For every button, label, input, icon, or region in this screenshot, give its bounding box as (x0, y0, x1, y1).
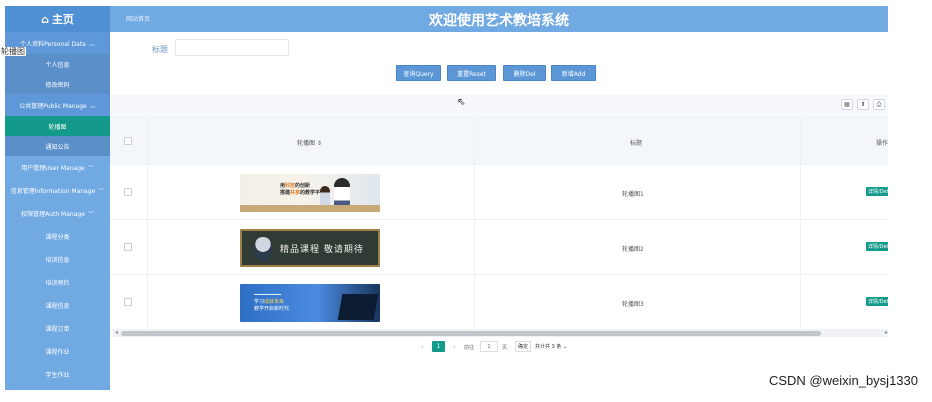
goto-page-input[interactable]: 1 (480, 341, 498, 352)
sidebar: ⌂ 主页 个人资料Personal Data ︿ 个人信息 修改密码 公共管理Pu… (5, 6, 110, 390)
chevron-down-icon: ﹀ (87, 211, 94, 218)
chevron-down-icon: ﹀ (87, 165, 94, 172)
table-toolbar (110, 95, 888, 117)
sidebar-item-student-homework[interactable]: 学生作业 (5, 363, 110, 386)
data-table: 轮播图 ⇕ 标题 操作 用科技的创新 搭建共享的教学平台 轮播图1 详情/Det (110, 117, 890, 330)
scrollbar-thumb[interactable] (121, 331, 821, 336)
chevron-up-icon: ︿ (88, 40, 95, 48)
sidebar-item-course-order[interactable]: 课程订单 (5, 317, 110, 340)
floating-tab-label: 轮播图 (0, 47, 26, 56)
sidebar-item-label: 信息管理Information Manage (10, 188, 96, 195)
column-header-title: 标题 (630, 140, 643, 147)
sidebar-item-info-manage[interactable]: 信息管理Information Manage ﹀ (5, 179, 110, 202)
banner-figure (254, 237, 272, 261)
add-button[interactable]: 新增Add (551, 65, 596, 81)
banner-text-part: 教学开启新时代 (254, 306, 290, 312)
sidebar-home-label: 主页 (51, 13, 74, 26)
column-header-carousel[interactable]: 轮播图 ⇕ (297, 138, 322, 147)
page-unit-label: 页 (502, 344, 508, 351)
sidebar-item-notice[interactable]: 通知公告 (5, 136, 110, 156)
column-header-actions: 操作 (876, 140, 889, 147)
chevron-down-icon: ﹀ (98, 188, 105, 195)
table-row: ━━━━━━━━━ 学习成就未来 教学开启新时代 轮播图3 详情/Detail (110, 275, 890, 330)
banner-text-highlight: 共享 (290, 190, 301, 196)
prev-page-icon[interactable]: ‹ (421, 341, 424, 353)
detail-button[interactable]: 详情/Detail (866, 242, 890, 251)
search-label: 标题 (152, 45, 168, 54)
home-icon: ⌂ (41, 12, 49, 26)
sidebar-item-training-booking[interactable]: 培训预约 (5, 271, 110, 294)
row-title: 轮播图2 (622, 246, 644, 253)
sidebar-group-label: 公共管理Public Manage (19, 102, 87, 110)
sidebar-item-course-homework[interactable]: 课程作业 (5, 340, 110, 363)
sidebar-item-user-manage[interactable]: 用户管理User Manage ﹀ (5, 156, 110, 179)
banner-text-part: ━━━━━━━━━ (254, 292, 282, 298)
sidebar-item-carousel[interactable]: 轮播图 (5, 116, 110, 136)
scroll-left-icon[interactable]: ◂ (115, 329, 118, 336)
banner-laptop (337, 294, 379, 320)
row-checkbox[interactable] (124, 188, 132, 196)
banner-text-part: 搭建 (280, 190, 291, 196)
total-count-select[interactable]: 共计共 3 条 ⌄ (535, 341, 587, 352)
banner-text-highlight: 科技 (285, 183, 296, 189)
title-search-input[interactable] (175, 39, 289, 56)
table-row: 精品课程 敬请期待 轮播图2 详情/Detail (110, 220, 890, 275)
goto-confirm-button[interactable]: 确定 (515, 341, 531, 352)
carousel-image-1: 用科技的创新 搭建共享的教学平台 (240, 174, 380, 212)
table-header: 轮播图 ⇕ 标题 操作 (110, 118, 888, 165)
main-panel: 标题 查询Query 重置Reset 删除Del 新增Add ⇖ ▦ ⬆ ⎙ 轮… (110, 32, 890, 392)
sidebar-item-course-info[interactable]: 课程信息 (5, 294, 110, 317)
sidebar-group-label: 个人资料Personal Data (20, 40, 86, 48)
header-bar: 网站首页 欢迎使用艺术教培系统 (110, 6, 888, 32)
sidebar-item-label: 权限管理Auth Manage (21, 211, 85, 218)
export-icon[interactable]: ⬆ (857, 99, 869, 110)
mouse-cursor-icon: ⇖ (457, 97, 466, 108)
sidebar-item-auth-manage[interactable]: 权限管理Auth Manage ﹀ (5, 202, 110, 225)
query-button[interactable]: 查询Query (396, 65, 441, 81)
banner-text-part: 的创新 (295, 183, 311, 189)
goto-label: 前往 (464, 344, 475, 351)
column-divider (800, 118, 801, 330)
carousel-image-3: ━━━━━━━━━ 学习成就未来 教学开启新时代 (240, 284, 380, 322)
row-checkbox[interactable] (124, 243, 132, 251)
banner-text-highlight: 成就未来 (264, 299, 285, 305)
banner-text: 精品课程 敬请期待 (280, 245, 364, 255)
carousel-image-2: 精品课程 敬请期待 (240, 229, 380, 267)
column-filter-icon[interactable]: ▦ (841, 99, 853, 110)
column-divider (147, 118, 148, 330)
page-title: 欢迎使用艺术教培系统 (429, 13, 569, 29)
row-checkbox[interactable] (124, 298, 132, 306)
column-divider (474, 118, 475, 330)
sidebar-group-public[interactable]: 公共管理Public Manage ︿ (5, 94, 110, 116)
banner-text-part: 学习 (254, 299, 265, 305)
row-title: 轮播图3 (622, 301, 644, 308)
delete-button[interactable]: 删除Del (503, 65, 546, 81)
detail-button[interactable]: 详情/Detail (866, 297, 890, 306)
sidebar-item-profile[interactable]: 个人信息 (5, 54, 110, 74)
reset-button[interactable]: 重置Reset (447, 65, 496, 81)
print-icon[interactable]: ⎙ (873, 99, 885, 110)
table-row: 用科技的创新 搭建共享的教学平台 轮播图1 详情/Detail (110, 165, 890, 220)
select-all-checkbox[interactable] (124, 137, 132, 145)
detail-button[interactable]: 详情/Detail (866, 187, 890, 196)
banner-person (334, 178, 350, 208)
next-page-icon[interactable]: › (453, 341, 456, 353)
current-page-button[interactable]: 1 (432, 341, 445, 352)
banner-text: ━━━━━━━━━ 学习成就未来 教学开启新时代 (254, 292, 289, 313)
sidebar-item-password[interactable]: 修改密码 (5, 74, 110, 94)
sidebar-item-course-category[interactable]: 课程分类 (5, 225, 110, 248)
watermark: CSDN @weixin_bysj1330 (768, 373, 918, 388)
row-title: 轮播图1 (622, 191, 644, 198)
sidebar-home[interactable]: ⌂ 主页 (5, 6, 110, 32)
sidebar-item-training-info[interactable]: 培训信息 (5, 248, 110, 271)
chevron-up-icon: ︿ (89, 102, 96, 110)
banner-desk (240, 205, 380, 212)
banner-text: 用科技的创新 搭建共享的教学平台 (280, 183, 325, 197)
right-edge (888, 6, 896, 392)
sidebar-item-label: 用户管理User Manage (21, 165, 85, 172)
horizontal-scrollbar[interactable]: ◂ ▸ (113, 329, 888, 337)
app-frame: ⌂ 主页 个人资料Personal Data ︿ 个人信息 修改密码 公共管理Pu… (0, 0, 932, 402)
